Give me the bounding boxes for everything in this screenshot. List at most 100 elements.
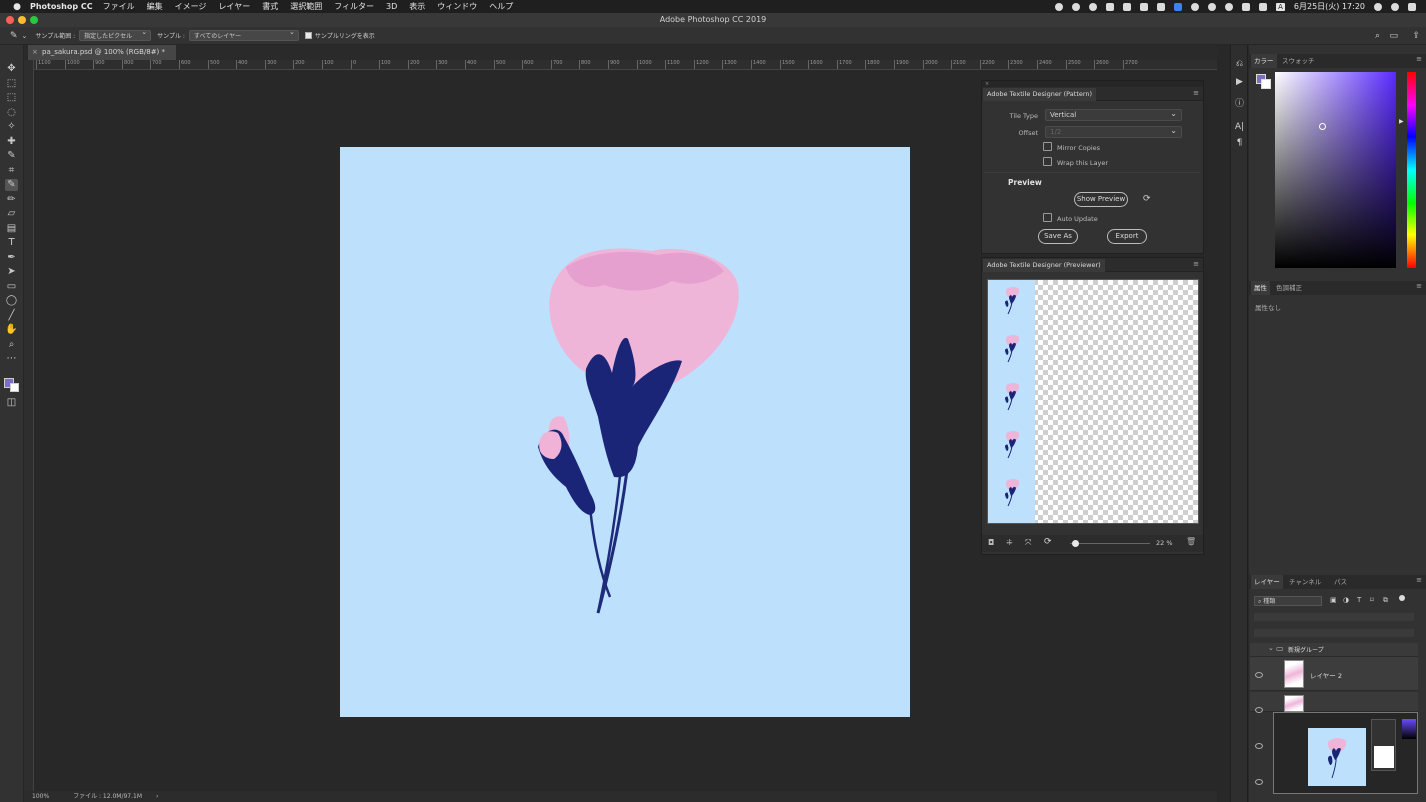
sample-size-select[interactable]: 指定したピクセル bbox=[79, 28, 152, 41]
camera-icon[interactable]: ◘ bbox=[988, 538, 994, 547]
menu-layer[interactable]: レイヤー bbox=[218, 1, 250, 12]
eyedropper-tool-icon[interactable]: ✎ bbox=[5, 179, 18, 191]
paragraph-panel-icon[interactable]: ¶ bbox=[1234, 138, 1245, 149]
filter-adjustment-icon[interactable]: ◑ bbox=[1343, 596, 1349, 604]
group-name[interactable]: 新規グループ bbox=[1288, 645, 1324, 654]
sample-select[interactable]: すべてのレイヤー bbox=[188, 28, 299, 41]
file-info[interactable]: ファイル : 12.0M/97.1M bbox=[73, 793, 142, 800]
status-menu-arrow-icon[interactable]: › bbox=[156, 793, 158, 800]
menu-edit[interactable]: 編集 bbox=[147, 1, 163, 12]
auto-update-checkbox[interactable] bbox=[1043, 213, 1052, 222]
workspace-icon[interactable]: ▭ bbox=[1389, 31, 1398, 41]
zoom-slider-handle[interactable] bbox=[1072, 540, 1079, 547]
history-icon[interactable]: ⎌ bbox=[1234, 59, 1245, 70]
share-icon[interactable]: ⇪ bbox=[1412, 31, 1420, 41]
vertical-ruler[interactable] bbox=[24, 60, 34, 791]
wrap-layer-checkbox[interactable] bbox=[1043, 157, 1052, 166]
hue-slider[interactable] bbox=[1407, 72, 1416, 268]
minimize-window-button[interactable] bbox=[18, 16, 26, 24]
display-icon[interactable] bbox=[1242, 2, 1251, 11]
show-preview-button[interactable]: Show Preview bbox=[1074, 192, 1128, 207]
menu-view[interactable]: 表示 bbox=[409, 1, 425, 12]
creative-cloud-icon[interactable] bbox=[1089, 2, 1098, 11]
filter-type-icon[interactable]: T bbox=[1357, 596, 1361, 604]
mirror-copies-checkbox[interactable] bbox=[1043, 142, 1052, 151]
search-icon[interactable]: ⌕ bbox=[1375, 31, 1380, 41]
line-tool-icon[interactable]: ╱ bbox=[5, 310, 18, 322]
input-method-indicator[interactable]: A bbox=[1276, 2, 1285, 11]
ellipse-tool-icon[interactable]: ◯ bbox=[5, 295, 18, 307]
layer-group-row[interactable]: ⌄ ▭ 新規グループ bbox=[1250, 643, 1418, 657]
pattern-panel-tab[interactable]: Adobe Textile Designer (Pattern) bbox=[983, 88, 1097, 101]
trash-icon[interactable]: 🗑 bbox=[1186, 537, 1196, 546]
menu-filter[interactable]: フィルター bbox=[334, 1, 374, 12]
control-center-icon[interactable] bbox=[1408, 2, 1416, 11]
tile-type-dropdown[interactable]: Vertical ⌄ bbox=[1045, 109, 1182, 121]
p-icon[interactable] bbox=[1123, 2, 1132, 11]
hand-tool-icon[interactable]: ✋ bbox=[5, 324, 18, 336]
healing-brush-tool-icon[interactable]: ✚ bbox=[5, 136, 18, 148]
pen-tool-icon[interactable]: ✒ bbox=[5, 252, 18, 264]
color-picker-field[interactable] bbox=[1275, 72, 1396, 268]
panel-menu-icon[interactable]: ≡ bbox=[1416, 55, 1422, 63]
tab-paths[interactable]: パス bbox=[1331, 575, 1350, 589]
info-icon[interactable] bbox=[1072, 2, 1081, 11]
previewer-panel-tab[interactable]: Adobe Textile Designer (Previewer) bbox=[983, 259, 1105, 272]
lasso-tool-icon[interactable]: ◌ bbox=[5, 107, 18, 119]
rectangle-tool-icon[interactable]: ▭ bbox=[5, 281, 18, 293]
close-window-button[interactable] bbox=[6, 16, 14, 24]
artboard-tool-icon[interactable]: ⬚ bbox=[5, 78, 18, 90]
eyedropper-tool-preset-icon[interactable]: ✎ bbox=[10, 31, 18, 41]
menu-3d[interactable]: 3D bbox=[386, 2, 397, 11]
eye-icon[interactable] bbox=[1255, 672, 1263, 678]
gradient-tool-icon[interactable]: ▤ bbox=[5, 223, 18, 235]
actions-play-icon[interactable]: ▶ bbox=[1234, 77, 1245, 88]
apple-icon[interactable]: ● bbox=[10, 2, 24, 12]
marquee-tool-icon[interactable]: ⬚ bbox=[5, 92, 18, 104]
navigator-thumbnail[interactable] bbox=[1273, 712, 1418, 794]
tab-adjustments[interactable]: 色調補正 bbox=[1273, 281, 1305, 295]
x-icon[interactable] bbox=[1140, 2, 1149, 11]
bluetooth-icon[interactable] bbox=[1208, 2, 1217, 11]
zoom-readout[interactable]: 100% bbox=[32, 793, 49, 800]
magic-wand-tool-icon[interactable]: ✧ bbox=[5, 121, 18, 133]
export-button[interactable]: Export bbox=[1107, 229, 1147, 244]
character-panel-icon[interactable]: A| bbox=[1234, 122, 1245, 133]
fit-screen-icon[interactable]: ⤧ bbox=[1025, 538, 1031, 548]
menu-select[interactable]: 選択範囲 bbox=[290, 1, 322, 12]
save-as-button[interactable]: Save As bbox=[1038, 229, 1078, 244]
refresh-preview-icon[interactable]: ⟳ bbox=[1044, 537, 1052, 547]
wifi-icon[interactable] bbox=[1225, 2, 1234, 11]
filter-shape-icon[interactable]: ⌑ bbox=[1370, 596, 1374, 604]
tab-layers[interactable]: レイヤー bbox=[1251, 575, 1283, 589]
zoom-window-button[interactable] bbox=[30, 16, 38, 24]
layer-filter-select[interactable]: ⌕ 種類 bbox=[1254, 596, 1322, 606]
menu-file[interactable]: ファイル bbox=[103, 1, 135, 12]
panel-menu-icon[interactable]: ≡ bbox=[1193, 89, 1199, 97]
tab-channels[interactable]: チャンネル bbox=[1286, 575, 1324, 589]
volume-icon[interactable] bbox=[1259, 2, 1268, 11]
layer-row[interactable]: レイヤー 2 bbox=[1250, 657, 1418, 691]
layer-name[interactable]: レイヤー 2 bbox=[1310, 670, 1342, 680]
app-icon[interactable] bbox=[1174, 2, 1183, 11]
color-picker-cursor[interactable] bbox=[1319, 123, 1326, 130]
eye-icon[interactable] bbox=[1255, 779, 1263, 785]
path-selection-tool-icon[interactable]: ➤ bbox=[5, 266, 18, 278]
tool-preset-chevron-icon[interactable]: ⌄ bbox=[22, 32, 28, 40]
pen-icon[interactable] bbox=[1157, 2, 1166, 11]
menu-window[interactable]: ウィンドウ bbox=[437, 1, 477, 12]
zoom-slider[interactable] bbox=[1070, 540, 1150, 547]
dropbox-icon[interactable] bbox=[1106, 2, 1115, 11]
clock[interactable]: 6月25日(火) 17:20 bbox=[1294, 1, 1365, 12]
chevron-down-icon[interactable]: ⌄ bbox=[1268, 644, 1274, 652]
horizontal-ruler[interactable]: 1100 1000 900 800 700 600 500 400 300 200 100 0 100 2… bbox=[34, 60, 1217, 70]
move-tool-icon[interactable]: ✥ bbox=[5, 63, 18, 75]
document-canvas[interactable] bbox=[340, 147, 910, 717]
offset-dropdown[interactable]: 1/2 ⌄ bbox=[1045, 126, 1182, 138]
tab-properties[interactable]: 属性 bbox=[1251, 281, 1270, 295]
sync-icon[interactable] bbox=[1191, 2, 1200, 11]
panel-menu-icon[interactable]: ≡ bbox=[1416, 576, 1422, 584]
pattern-icon[interactable]: ⁜ bbox=[1006, 538, 1013, 547]
panel-menu-icon[interactable]: ≡ bbox=[1193, 260, 1199, 268]
layer-row[interactable] bbox=[1250, 692, 1418, 712]
